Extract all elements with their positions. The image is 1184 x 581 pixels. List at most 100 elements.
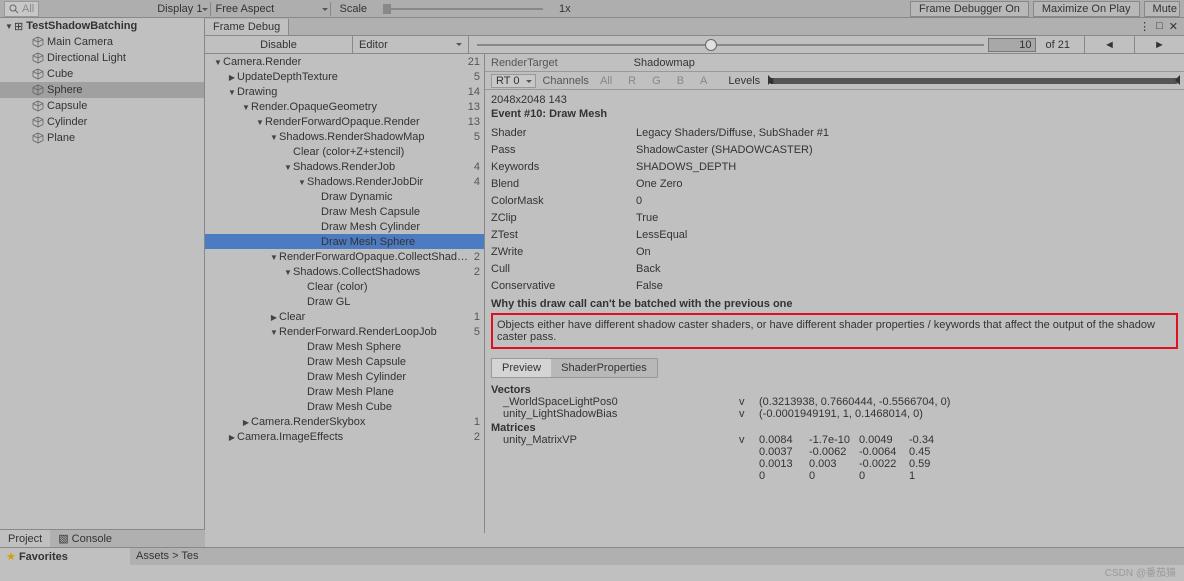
scale-slider[interactable] (383, 8, 543, 10)
expand-icon[interactable] (241, 101, 251, 113)
favorites-section[interactable]: ★ Favorites (0, 548, 130, 565)
channel-all[interactable]: All (595, 75, 617, 87)
tree-row[interactable]: Drawing14 (205, 84, 484, 99)
tree-row[interactable]: Draw Mesh Sphere (205, 234, 484, 249)
expand-icon[interactable] (283, 266, 293, 278)
hierarchy-item[interactable]: Capsule (0, 98, 204, 114)
tree-row[interactable]: Render.OpaqueGeometry13 (205, 99, 484, 114)
hierarchy-item[interactable]: Directional Light (0, 50, 204, 66)
tree-row[interactable]: RenderForwardOpaque.Render13 (205, 114, 484, 129)
tree-row[interactable]: Camera.Render21 (205, 54, 484, 69)
tree-count: 1 (474, 311, 480, 323)
expand-icon[interactable] (213, 56, 223, 68)
hierarchy-item[interactable]: Sphere (0, 82, 204, 98)
project-tab[interactable]: Project (0, 530, 50, 547)
aspect-dropdown[interactable]: Free Aspect (211, 2, 331, 16)
frame-debug-toolbar: Disable Editor of 21 ◄ ► (205, 36, 1184, 54)
matrix-cell: 0 (759, 470, 809, 482)
object-name: Sphere (47, 84, 82, 96)
hierarchy-item[interactable]: Plane (0, 130, 204, 146)
expand-icon[interactable] (227, 86, 237, 98)
tree-row[interactable]: UpdateDepthTexture5 (205, 69, 484, 84)
tree-row[interactable]: Draw Mesh Cube (205, 399, 484, 414)
scene-name: TestShadowBatching (26, 20, 137, 32)
tree-row[interactable]: Draw Mesh Capsule (205, 354, 484, 369)
tree-row[interactable]: Shadows.RenderShadowMap5 (205, 129, 484, 144)
frame-debugger-button[interactable]: Frame Debugger On (910, 1, 1029, 17)
editor-dropdown[interactable]: Editor (353, 36, 469, 53)
channel-a[interactable]: A (695, 75, 712, 87)
tree-label: Shadows.CollectShadows (293, 266, 474, 278)
expand-icon[interactable] (269, 311, 279, 323)
expand-icon[interactable] (283, 161, 293, 173)
scene-icon: ⊞ (14, 20, 23, 33)
tree-label: Clear (color+Z+stencil) (293, 146, 480, 158)
hierarchy-item[interactable]: Main Camera (0, 34, 204, 50)
expand-icon[interactable] (4, 20, 14, 32)
expand-icon[interactable] (241, 416, 251, 428)
channel-g[interactable]: G (647, 75, 666, 87)
matrix-row: 0.0037-0.0062-0.00640.45 (759, 446, 959, 458)
event-number-input[interactable] (988, 38, 1036, 52)
tree-label: Draw GL (307, 296, 480, 308)
tree-row[interactable]: Clear (color) (205, 279, 484, 294)
expand-icon[interactable] (269, 131, 279, 143)
tree-row[interactable]: RenderForwardOpaque.CollectShadows2 (205, 249, 484, 264)
shader-props-tab[interactable]: ShaderProperties (551, 359, 657, 377)
search-field[interactable]: All (4, 1, 39, 17)
tree-row[interactable]: Draw Mesh Capsule (205, 204, 484, 219)
tree-label: Shadows.RenderJob (293, 161, 474, 173)
tree-label: Draw Mesh Capsule (307, 356, 480, 368)
vector-name: unity_LightShadowBias (491, 408, 739, 420)
vector-name: _WorldSpaceLightPos0 (491, 396, 739, 408)
expand-icon[interactable] (269, 326, 279, 338)
scene-row[interactable]: ⊞ TestShadowBatching (0, 18, 204, 34)
tree-row[interactable]: Draw GL (205, 294, 484, 309)
tree-row[interactable]: Clear (color+Z+stencil) (205, 144, 484, 159)
tree-row[interactable]: Clear1 (205, 309, 484, 324)
expand-icon[interactable] (227, 71, 237, 83)
tree-count: 1 (474, 416, 480, 428)
tree-label: Camera.ImageEffects (237, 431, 474, 443)
tree-label: UpdateDepthTexture (237, 71, 474, 83)
tree-row[interactable]: RenderForward.RenderLoopJob5 (205, 324, 484, 339)
event-slider[interactable] (477, 44, 984, 46)
menu-icon[interactable]: ⋮ (1139, 20, 1150, 33)
search-placeholder: All (22, 3, 34, 15)
tree-row[interactable]: Camera.RenderSkybox1 (205, 414, 484, 429)
expand-icon[interactable] (297, 176, 307, 188)
expand-icon[interactable] (269, 251, 279, 263)
event-tree: Camera.Render21UpdateDepthTexture5Drawin… (205, 54, 485, 533)
display-dropdown[interactable]: Display 1 (153, 2, 211, 16)
tree-row[interactable]: Draw Mesh Cylinder (205, 369, 484, 384)
tree-row[interactable]: Draw Mesh Sphere (205, 339, 484, 354)
hierarchy-item[interactable]: Cylinder (0, 114, 204, 130)
channel-r[interactable]: R (623, 75, 641, 87)
levels-slider[interactable] (770, 78, 1178, 84)
tree-row[interactable]: Shadows.RenderJobDir4 (205, 174, 484, 189)
tree-label: Draw Mesh Plane (307, 386, 480, 398)
hierarchy-item[interactable]: Cube (0, 66, 204, 82)
expand-icon[interactable] (227, 431, 237, 443)
mute-button[interactable]: Mute (1144, 1, 1180, 17)
tree-row[interactable]: Draw Mesh Cylinder (205, 219, 484, 234)
tree-row[interactable]: Draw Mesh Plane (205, 384, 484, 399)
next-event-button[interactable]: ► (1134, 36, 1184, 53)
channel-b[interactable]: B (672, 75, 689, 87)
matrix-cell: 1 (909, 470, 959, 482)
disable-button[interactable]: Disable (205, 36, 353, 53)
rt-dropdown[interactable]: RT 0 (491, 74, 536, 88)
close-icon[interactable]: ✕ (1169, 20, 1178, 33)
maximize-icon[interactable]: □ (1156, 20, 1163, 33)
preview-tab[interactable]: Preview (492, 359, 551, 377)
tree-row[interactable]: Draw Dynamic (205, 189, 484, 204)
console-tab[interactable]: ▧Console (50, 530, 120, 547)
tree-row[interactable]: Shadows.CollectShadows2 (205, 264, 484, 279)
tree-label: Draw Mesh Cylinder (321, 221, 480, 233)
prev-event-button[interactable]: ◄ (1084, 36, 1134, 53)
tree-row[interactable]: Camera.ImageEffects2 (205, 429, 484, 444)
expand-icon[interactable] (255, 116, 265, 128)
maximize-button[interactable]: Maximize On Play (1033, 1, 1140, 17)
tree-row[interactable]: Shadows.RenderJob4 (205, 159, 484, 174)
breadcrumb[interactable]: Assets > Tes (130, 548, 204, 565)
